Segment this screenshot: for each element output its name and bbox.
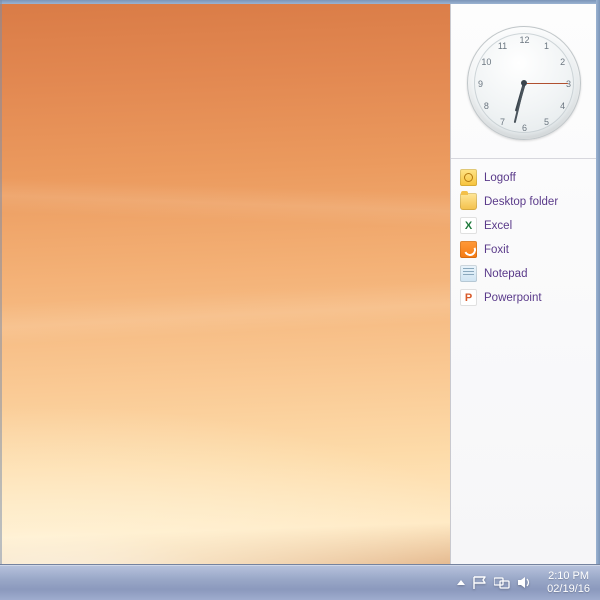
desktop-screen: 121234567891011 LogoffDesktop folderExce… [0, 0, 600, 600]
clock-numeral: 5 [544, 117, 549, 127]
sidebar-item-label: Desktop folder [484, 196, 558, 208]
sidebar-menu: Logoff Desktop folder Excel Foxit Notepad Pow… [451, 159, 596, 319]
clock-numeral: 8 [484, 101, 489, 111]
analog-clock: 121234567891011 [467, 26, 581, 140]
sidebar-item-label: Excel [484, 220, 512, 232]
excel-icon [460, 217, 477, 234]
sidebar-item-label: Logoff [484, 172, 516, 184]
taskbar-clock[interactable]: 2:10 PM 02/19/16 [545, 568, 596, 597]
clock-minute-hand [513, 84, 524, 123]
notepad-icon [460, 265, 477, 282]
ppt-icon [460, 289, 477, 306]
sidebar-item-foxit[interactable]: Foxit [457, 239, 590, 260]
taskbar-date: 02/19/16 [547, 583, 590, 596]
show-hidden-icons-icon[interactable] [457, 580, 465, 585]
clock-center-pin [521, 80, 527, 86]
clock-numeral: 4 [560, 101, 565, 111]
desktop-sidebar: 121234567891011 LogoffDesktop folderExce… [450, 4, 596, 564]
sidebar-item-label: Foxit [484, 244, 509, 256]
foxit-icon [460, 241, 477, 258]
sidebar-item-excel[interactable]: Excel [457, 215, 590, 236]
sidebar-item-notepad[interactable]: Notepad [457, 263, 590, 284]
taskbar[interactable]: 2:10 PM 02/19/16 [0, 564, 600, 600]
clock-numeral: 9 [478, 79, 483, 89]
volume-icon[interactable] [517, 576, 531, 589]
sidebar-item-folder[interactable]: Desktop folder [457, 191, 590, 212]
clock-numeral: 12 [519, 35, 529, 45]
clock-numeral: 11 [498, 41, 507, 51]
tray-icons [457, 576, 537, 589]
clock-numeral: 3 [566, 79, 571, 89]
clock-numeral: 6 [522, 123, 527, 133]
clock-gadget[interactable]: 121234567891011 [451, 4, 596, 158]
window-border-left [0, 0, 2, 564]
network-icon[interactable] [494, 576, 510, 589]
sidebar-item-ppt[interactable]: Powerpoint [457, 287, 590, 308]
clock-numeral: 2 [560, 57, 565, 67]
system-tray: 2:10 PM 02/19/16 [457, 568, 596, 597]
sidebar-item-label: Powerpoint [484, 292, 542, 304]
clock-second-hand [524, 83, 568, 84]
taskbar-time: 2:10 PM [547, 570, 590, 583]
folder-icon [460, 193, 477, 210]
sidebar-item-logoff[interactable]: Logoff [457, 167, 590, 188]
clock-numeral: 1 [544, 41, 549, 51]
clock-numeral: 7 [500, 117, 505, 127]
sidebar-item-label: Notepad [484, 268, 527, 280]
window-border-right [596, 0, 600, 564]
clock-numeral: 10 [481, 57, 491, 67]
action-center-flag-icon[interactable] [472, 576, 487, 589]
logoff-icon [460, 169, 477, 186]
